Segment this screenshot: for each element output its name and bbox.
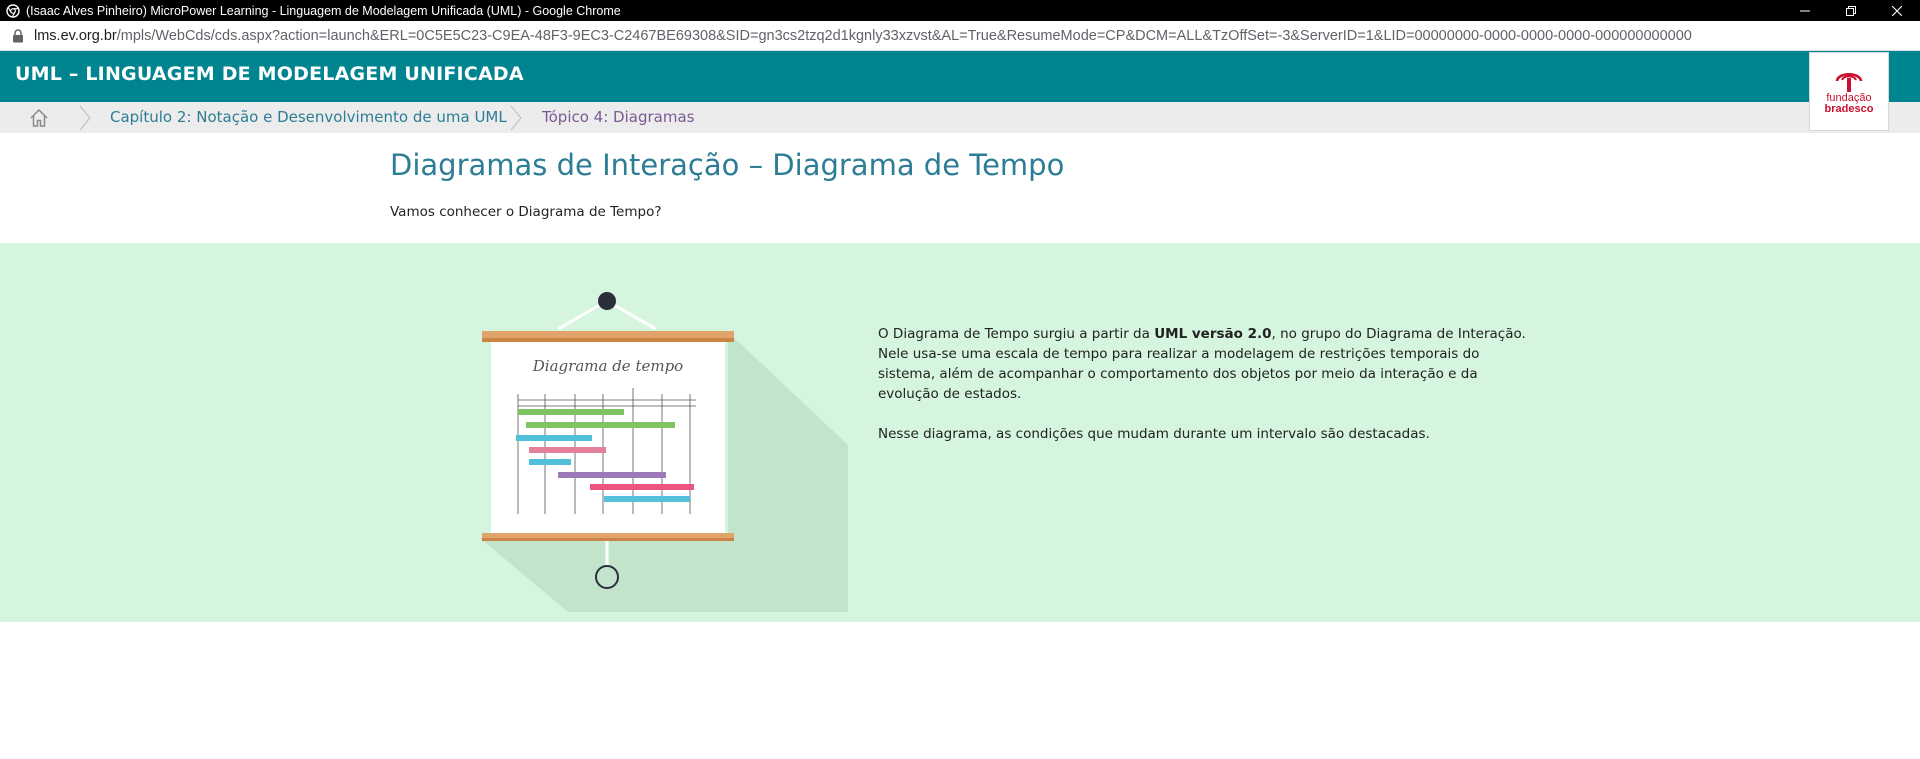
breadcrumb-chapter[interactable]: Capítulo 2: Notação e Desenvolvimento de… [110, 108, 507, 126]
address-bar[interactable]: lms.ev.org.br/mpls/WebCds/cds.aspx?actio… [0, 21, 1920, 51]
fundacao-bradesco-logo: fundação bradesco [1809, 52, 1889, 131]
description-paragraph-1: O Diagrama de Tempo surgiu a partir da U… [878, 324, 1528, 404]
window-controls [1782, 0, 1920, 21]
paragraph-1-text-start: O Diagrama de Tempo surgiu a partir da [878, 326, 1155, 342]
close-icon [1892, 5, 1902, 16]
description-text: O Diagrama de Tempo surgiu a partir da U… [878, 324, 1528, 464]
logo-text-fundacao: fundação [1826, 91, 1872, 104]
restore-button[interactable] [1828, 0, 1874, 21]
restore-icon [1846, 5, 1856, 16]
close-button[interactable] [1874, 0, 1920, 21]
hanger-pin-icon [598, 292, 616, 310]
url-host: lms.ev.org.br [34, 27, 117, 44]
description-paragraph-2: Nesse diagrama, as condições que mudam d… [878, 426, 1430, 442]
minimize-icon [1800, 10, 1810, 11]
logo-text-bradesco: bradesco [1824, 102, 1874, 115]
intro-text: Vamos conhecer o Diagrama de Tempo? [390, 204, 662, 220]
bradesco-tree-icon [1835, 72, 1863, 92]
chrome-icon [6, 3, 20, 18]
lock-icon [13, 28, 23, 42]
chevron-right-icon [79, 105, 91, 131]
breadcrumb-topic: Tópico 4: Diagramas [542, 108, 695, 126]
course-header: UML – LINGUAGEM DE MODELAGEM UNIFICADA [0, 51, 1920, 102]
breadcrumb: Capítulo 2: Notação e Desenvolvimento de… [0, 102, 1920, 133]
url-text[interactable]: lms.ev.org.br/mpls/WebCds/cds.aspx?actio… [34, 28, 1692, 44]
browser-title-bar: (Isaac Alves Pinheiro) MicroPower Learni… [0, 0, 1920, 21]
window-title: (Isaac Alves Pinheiro) MicroPower Learni… [26, 3, 621, 18]
chevron-right-icon [510, 105, 522, 131]
home-icon[interactable] [29, 108, 49, 128]
paragraph-1-bold: UML versão 2.0 [1154, 326, 1272, 342]
url-path: /mpls/WebCds/cds.aspx?action=launch&ERL=… [116, 27, 1692, 44]
minimize-button[interactable] [1782, 0, 1828, 21]
page-title: Diagramas de Interação – Diagrama de Tem… [390, 148, 1065, 182]
illustration-title: Diagrama de tempo [532, 357, 683, 375]
course-title: UML – LINGUAGEM DE MODELAGEM UNIFICADA [15, 63, 524, 85]
timing-diagram-illustration: Diagrama de tempo [480, 292, 848, 612]
